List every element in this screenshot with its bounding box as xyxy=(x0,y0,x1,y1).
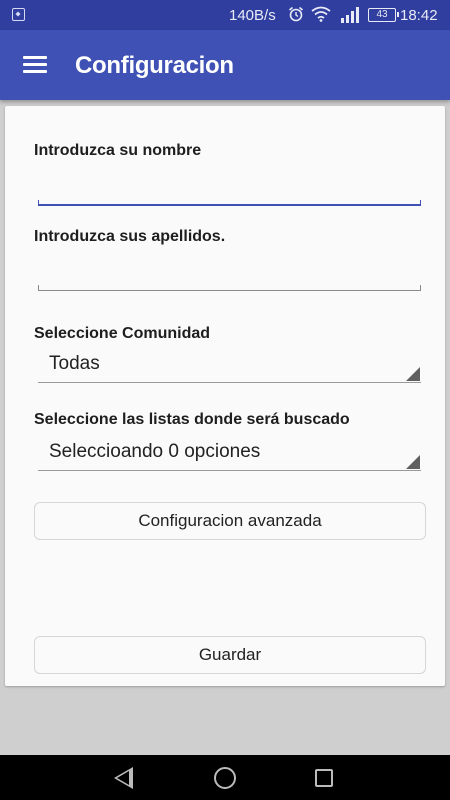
battery-icon: 43 xyxy=(368,8,399,22)
lists-dropdown[interactable]: Seleccioando 0 opciones xyxy=(38,435,421,471)
home-icon[interactable] xyxy=(214,767,236,789)
name-label: Introduzca su nombre xyxy=(34,142,202,159)
image-notification-icon xyxy=(12,8,25,21)
clock: 18:42 xyxy=(400,7,438,24)
name-underline xyxy=(38,200,421,206)
surname-label: Introduzca sus apellidos. xyxy=(34,228,226,245)
surname-field[interactable] xyxy=(38,261,421,291)
alarm-icon xyxy=(288,6,304,22)
back-icon[interactable] xyxy=(114,767,133,789)
lists-label: Seleccione las listas donde será buscado xyxy=(34,411,350,428)
network-speed: 140B/s xyxy=(229,7,276,24)
lists-selected-value: Seleccioando 0 opciones xyxy=(49,441,261,462)
signal-icon xyxy=(341,7,359,23)
hamburger-menu-icon[interactable] xyxy=(18,50,52,80)
settings-card: Introduzca su nombre Introduzca sus apel… xyxy=(5,106,445,686)
name-field[interactable] xyxy=(38,176,421,206)
navigation-bar xyxy=(0,755,450,800)
page-title: Configuracion xyxy=(75,52,234,79)
community-selected-value: Todas xyxy=(49,353,100,374)
save-button[interactable]: Guardar xyxy=(34,636,426,674)
surname-underline xyxy=(38,285,421,291)
app-toolbar: Configuracion xyxy=(0,30,450,100)
dropdown-arrow-icon xyxy=(406,455,420,469)
advanced-settings-button[interactable]: Configuracion avanzada xyxy=(34,502,426,540)
wifi-icon xyxy=(311,6,331,22)
dropdown-arrow-icon xyxy=(406,367,420,381)
status-bar: 140B/s 43 18:42 xyxy=(0,0,450,30)
community-dropdown[interactable]: Todas xyxy=(38,347,421,383)
community-label: Seleccione Comunidad xyxy=(34,325,211,342)
recents-icon[interactable] xyxy=(315,769,333,787)
